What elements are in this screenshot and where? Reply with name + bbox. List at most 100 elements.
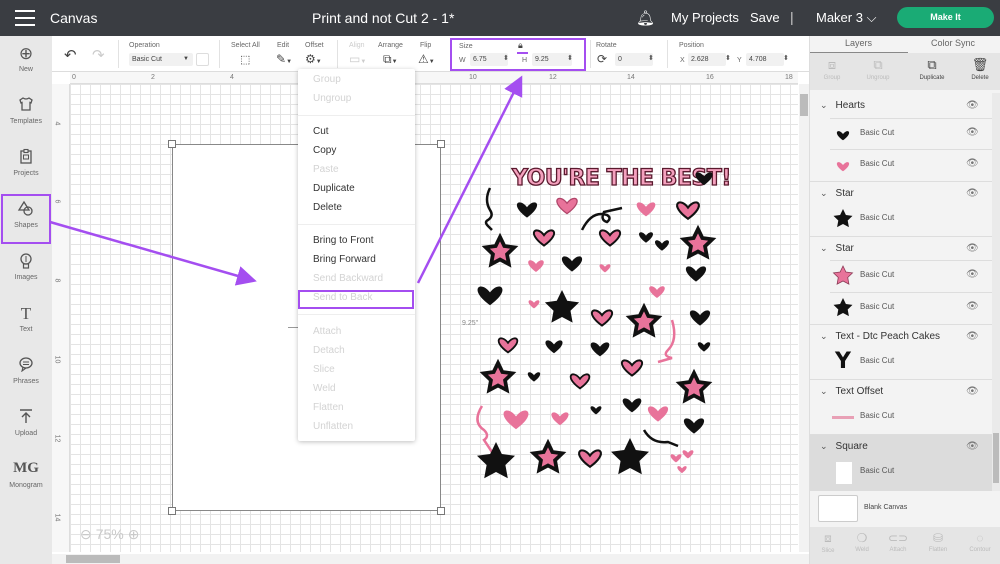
vertical-scrollbar[interactable]	[799, 84, 809, 552]
layer-group-star[interactable]: ⌄ Star	[820, 188, 854, 199]
ungroup-button[interactable]: ⧉ Ungroup	[858, 57, 898, 81]
chevron-down-icon[interactable]: ⌄	[820, 100, 828, 110]
weld-button[interactable]: ❍ Weld	[844, 531, 880, 553]
delete-button[interactable]: 🗑︎ Delete	[960, 57, 1000, 81]
layer-item[interactable]: Basic Cut 👁︎	[830, 149, 992, 179]
menu-item-copy[interactable]: Copy	[313, 145, 336, 156]
layer-item[interactable]: Basic Cut	[830, 204, 992, 234]
menu-icon[interactable]	[15, 10, 35, 26]
eye-icon[interactable]: 👁︎	[966, 269, 979, 280]
menu-item-slice[interactable]: Slice	[313, 364, 335, 375]
scrollbar-thumb[interactable]	[993, 433, 999, 483]
sidebar-item-new[interactable]: ⊕ New	[0, 38, 52, 88]
eye-icon[interactable]: 👁︎	[966, 158, 979, 169]
sidebar-item-phrases[interactable]: Phrases	[0, 350, 52, 400]
menu-item-detach[interactable]: Detach	[313, 345, 345, 356]
pencil-icon[interactable]: ✎▼	[276, 52, 292, 66]
layer-group-text[interactable]: ⌄ Text - Dtc Peach Cakes	[820, 331, 940, 342]
machine-select[interactable]: Maker 3 ⌵	[816, 10, 876, 26]
eye-icon[interactable]: 👁︎	[966, 243, 979, 254]
sidebar-item-monogram[interactable]: MG Monogram	[0, 454, 52, 504]
make-it-button[interactable]: Make It	[897, 7, 994, 28]
zoom-in-icon[interactable]: ⊕	[128, 526, 140, 542]
offset-icon[interactable]: ⚙▼	[305, 52, 322, 66]
menu-item-cut[interactable]: Cut	[313, 126, 329, 137]
menu-item-unflatten[interactable]: Unflatten	[313, 421, 353, 432]
canvas-color-swatch[interactable]	[818, 495, 858, 522]
menu-item-send-backward[interactable]: Send Backward	[313, 273, 383, 284]
y-input[interactable]: 4.708	[746, 53, 784, 66]
scrollbar-thumb[interactable]	[66, 555, 120, 563]
sidebar-item-templates[interactable]: Templates	[0, 90, 52, 140]
blank-canvas-row[interactable]: Blank Canvas	[810, 491, 1000, 527]
layer-item[interactable]: Basic Cut 👁︎	[830, 292, 992, 322]
flatten-button[interactable]: ⛁ Flatten	[920, 531, 956, 553]
sidebar-item-shapes[interactable]: Shapes	[1, 194, 51, 244]
group-button[interactable]: ⧈ Group	[812, 57, 852, 81]
design-artwork[interactable]: YOU'RE THE BEST!	[472, 160, 732, 490]
chevron-down-icon[interactable]: ⌄	[820, 243, 828, 253]
tab-layers[interactable]: Layers	[845, 38, 872, 48]
operation-select[interactable]: Basic Cut ▼	[129, 53, 193, 66]
menu-item-delete[interactable]: Delete	[313, 202, 342, 213]
sidebar-item-text[interactable]: T Text	[0, 298, 52, 348]
layer-group-text-offset[interactable]: ⌄ Text Offset	[820, 386, 883, 397]
menu-item-group[interactable]: Group	[313, 74, 341, 85]
layer-item[interactable]: Basic Cut 👁︎	[830, 118, 992, 148]
height-input[interactable]: 9.25	[532, 53, 572, 66]
color-swatch[interactable]	[196, 53, 209, 66]
tab-color-sync[interactable]: Color Sync	[931, 38, 975, 48]
layer-group-star[interactable]: ⌄ Star	[820, 243, 854, 254]
chevron-down-icon[interactable]: ⌄	[820, 386, 828, 396]
my-projects-link[interactable]: My Projects	[671, 10, 739, 25]
align-icon[interactable]: ▭▼	[349, 52, 366, 66]
bell-icon[interactable]: 🔔︎	[636, 9, 655, 27]
eye-icon[interactable]: 👁︎	[966, 386, 979, 397]
undo-icon[interactable]: ↶	[64, 46, 77, 64]
layer-item[interactable]: Basic Cut 👁︎	[830, 260, 992, 290]
horizontal-scrollbar[interactable]	[52, 554, 809, 564]
scrollbar-thumb[interactable]	[800, 94, 808, 116]
layers-scrollbar[interactable]	[992, 93, 1000, 491]
sidebar-item-upload[interactable]: Upload	[0, 402, 52, 452]
slice-button[interactable]: ⧈ Slice	[810, 531, 846, 554]
eye-icon[interactable]: 👁︎	[966, 441, 979, 452]
lock-icon[interactable]: 🔒︎	[518, 40, 523, 51]
sidebar-item-images[interactable]: Images	[0, 246, 52, 296]
width-stepper[interactable]: ⬍	[503, 54, 509, 62]
layer-group-hearts[interactable]: ⌄ Hearts	[820, 100, 865, 111]
x-stepper[interactable]: ⬍	[725, 54, 731, 62]
resize-handle[interactable]	[437, 507, 445, 515]
layer-item[interactable]: Basic Cut	[830, 402, 992, 432]
eye-icon[interactable]: 👁︎	[966, 100, 979, 111]
chevron-down-icon[interactable]: ⌄	[820, 441, 828, 451]
layer-item[interactable]: Y Basic Cut	[830, 347, 992, 377]
resize-handle[interactable]	[437, 140, 445, 148]
height-stepper[interactable]: ⬍	[567, 54, 573, 62]
eye-icon[interactable]: 👁︎	[966, 188, 979, 199]
menu-item-weld[interactable]: Weld	[313, 383, 336, 394]
layer-item[interactable]: Basic Cut	[830, 457, 992, 487]
menu-item-flatten[interactable]: Flatten	[313, 402, 344, 413]
eye-icon[interactable]: 👁︎	[966, 331, 979, 342]
redo-icon[interactable]: ↷	[92, 46, 105, 64]
resize-handle[interactable]	[168, 140, 176, 148]
rotate-stepper[interactable]: ⬍	[648, 54, 654, 62]
menu-item-paste[interactable]: Paste	[313, 164, 339, 175]
select-all-icon[interactable]: ⬚	[240, 53, 250, 66]
chevron-down-icon[interactable]: ⌄	[820, 331, 828, 341]
sidebar-item-projects[interactable]: Projects	[0, 142, 52, 192]
save-button[interactable]: Save	[750, 10, 780, 25]
menu-item-duplicate[interactable]: Duplicate	[313, 183, 355, 194]
layer-group-square[interactable]: ⌄ Square	[820, 441, 868, 452]
x-input[interactable]: 2.628	[688, 53, 726, 66]
arrange-icon[interactable]: ⧉▼	[383, 52, 398, 67]
menu-item-bring-to-front[interactable]: Bring to Front	[313, 235, 374, 246]
attach-button[interactable]: ⊂⊃ Attach	[880, 531, 916, 553]
chevron-down-icon[interactable]: ⌄	[820, 188, 828, 198]
menu-item-ungroup[interactable]: Ungroup	[313, 93, 351, 104]
y-stepper[interactable]: ⬍	[783, 54, 789, 62]
flip-icon[interactable]: ⚠▼	[418, 52, 435, 66]
duplicate-button[interactable]: ⧉ Duplicate	[912, 57, 952, 81]
eye-icon[interactable]: 👁︎	[966, 301, 979, 312]
